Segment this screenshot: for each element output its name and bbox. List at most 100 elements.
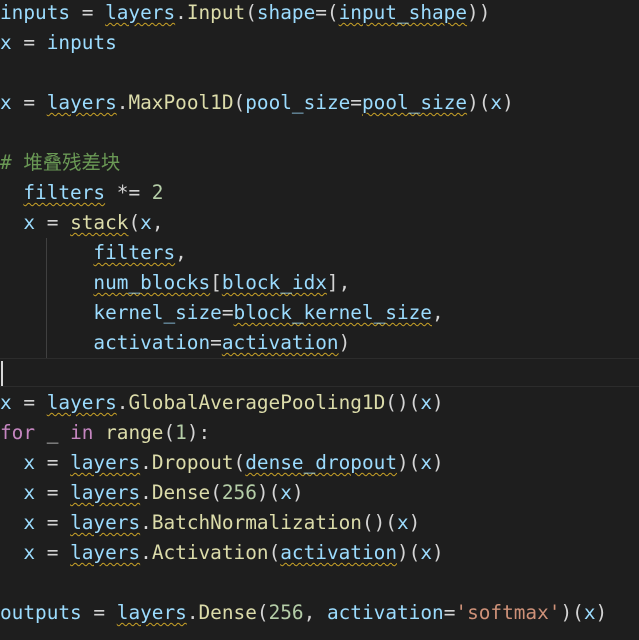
code-token: Dense (151, 481, 211, 504)
code-token: , (431, 301, 444, 324)
code-token: = (11, 31, 47, 54)
code-token: pool_size (245, 91, 351, 114)
code-token: activation (326, 601, 444, 624)
code-token: =( (315, 1, 339, 24)
code-line[interactable]: inputs = layers.Input(shape=(input_shape… (0, 0, 490, 28)
code-token: x (420, 391, 433, 414)
code-token: Dense (198, 601, 257, 624)
code-token: ) (432, 541, 444, 564)
code-token: in (70, 421, 94, 444)
code-line[interactable]: filters *= 2 (0, 178, 163, 208)
code-token: )( (560, 601, 584, 624)
code-token: x (490, 91, 503, 114)
code-token: x (396, 511, 409, 534)
code-line[interactable]: x = layers.MaxPool1D(pool_size=pool_size… (0, 88, 514, 118)
code-token: ( (163, 421, 176, 444)
code-line[interactable]: x = layers.BatchNormalization()(x) (0, 508, 420, 538)
code-line[interactable]: x = inputs (0, 28, 117, 58)
code-token: BatchNormalization (151, 511, 362, 534)
code-token: shape (256, 1, 316, 24)
code-token: = (35, 451, 71, 474)
code-token: # 堆叠残差块 (0, 151, 121, 174)
code-token: , (175, 241, 187, 264)
code-token: ) (432, 391, 444, 414)
code-token: . (116, 391, 129, 414)
code-token: x (23, 511, 36, 534)
code-line[interactable]: x = layers.Activation(activation)(x) (0, 538, 444, 568)
code-token: . (140, 541, 152, 564)
code-token: , (151, 211, 164, 234)
code-token: )( (397, 451, 421, 474)
code-line[interactable]: filters, (0, 238, 187, 268)
code-token: ( (210, 481, 222, 504)
code-token: . (140, 511, 152, 534)
code-token: ( (245, 1, 257, 24)
code-token: ) (408, 511, 421, 534)
code-token: block_idx (221, 271, 327, 294)
code-line[interactable]: for _ in range(1): (0, 418, 210, 448)
code-token: ) (291, 481, 304, 504)
code-token: Dropout (151, 451, 234, 474)
code-token: num_blocks (93, 271, 211, 294)
code-token: x (280, 481, 292, 504)
code-token: _ (35, 421, 71, 444)
code-token: inputs (46, 31, 117, 54)
code-token: )) (467, 1, 491, 24)
code-token: = (35, 541, 71, 564)
code-token: ( (268, 541, 281, 564)
code-line[interactable]: # 堆叠残差块 (0, 148, 120, 178)
code-token: = (70, 1, 106, 24)
code-token: 1 (175, 421, 187, 444)
code-token: Input (186, 1, 246, 24)
code-token: x (0, 391, 12, 414)
code-token: ): (186, 421, 211, 444)
code-token: 'softmax' (455, 601, 561, 624)
code-token: = (210, 331, 222, 354)
code-token: Activation (151, 541, 269, 564)
code-line[interactable]: x = layers.Dropout(dense_dropout)(x) (0, 448, 444, 478)
code-token: GlobalAveragePooling1D (128, 391, 386, 414)
code-token: = (443, 601, 456, 624)
code-token: for (0, 421, 36, 444)
code-token: kernel_size (93, 301, 222, 324)
code-token: x (23, 211, 36, 234)
code-token: . (175, 1, 187, 24)
code-token: filters (93, 241, 176, 264)
code-token: 256 (221, 481, 257, 504)
code-line[interactable]: activation=activation) (0, 328, 350, 358)
code-token: = (350, 91, 362, 114)
code-line[interactable]: num_blocks[block_idx], (0, 268, 350, 298)
code-token: x (23, 541, 36, 564)
code-token: )( (467, 91, 491, 114)
code-token: ()( (385, 391, 421, 414)
code-token: 2 (151, 181, 164, 204)
code-token: layers (46, 91, 117, 114)
code-line[interactable]: x = layers.GlobalAveragePooling1D()(x) (0, 388, 444, 418)
code-token: x (0, 31, 12, 54)
code-line[interactable]: kernel_size=block_kernel_size, (0, 298, 444, 328)
code-token: = (35, 481, 71, 504)
code-line[interactable]: x = stack(x, (0, 208, 164, 238)
code-token: inputs (0, 1, 71, 24)
code-token: x (583, 601, 596, 624)
code-token: layers (116, 601, 187, 624)
code-token: range (105, 421, 164, 444)
code-token: ) (432, 451, 444, 474)
code-token: stack (70, 211, 129, 234)
code-token: x (420, 541, 433, 564)
code-line[interactable]: outputs = layers.Dense(256, activation='… (0, 598, 607, 628)
code-token: ( (128, 211, 141, 234)
code-token: dense_dropout (245, 451, 397, 474)
code-token: , (303, 601, 327, 624)
code-token: = (11, 91, 47, 114)
code-token: [ (210, 271, 222, 294)
code-line[interactable]: x = layers.Dense(256)(x) (0, 478, 304, 508)
code-editor[interactable]: inputs = layers.Input(shape=(input_shape… (0, 0, 639, 640)
code-token: 256 (268, 601, 304, 624)
